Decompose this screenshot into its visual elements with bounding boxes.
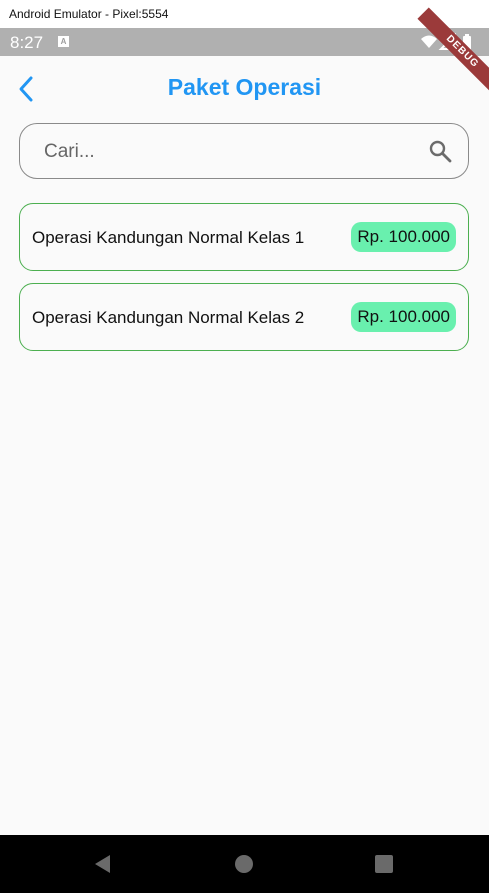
notification-icon: A: [58, 36, 69, 47]
package-name: Operasi Kandungan Normal Kelas 1: [32, 228, 305, 247]
wifi-icon: [421, 35, 437, 48]
price-badge: Rp. 100.000: [351, 222, 456, 252]
chevron-left-icon[interactable]: [12, 74, 42, 104]
search-input[interactable]: [42, 138, 416, 166]
window-titlebar: Android Emulator - Pixel:5554: [0, 0, 489, 28]
list-item[interactable]: Operasi Kandungan Normal Kelas 1 Rp. 100…: [19, 203, 469, 271]
status-time: 8:27: [10, 33, 44, 52]
home-circle-icon[interactable]: [233, 853, 255, 875]
search-box: [19, 123, 469, 179]
window-title: Android Emulator - Pixel:5554: [9, 7, 169, 21]
navigation-bar: [0, 835, 489, 893]
package-name: Operasi Kandungan Normal Kelas 2: [32, 308, 305, 327]
search-icon[interactable]: [428, 139, 452, 163]
package-list: Operasi Kandungan Normal Kelas 1 Rp. 100…: [19, 203, 469, 363]
back-triangle-icon[interactable]: [92, 853, 114, 875]
list-item[interactable]: Operasi Kandungan Normal Kelas 2 Rp. 100…: [19, 283, 469, 351]
price-badge: Rp. 100.000: [351, 302, 456, 332]
page-title: Paket Operasi: [167, 74, 322, 100]
app-bar: Paket Operasi: [0, 56, 489, 122]
status-bar: 8:27 A: [0, 28, 489, 56]
recents-square-icon[interactable]: [373, 853, 395, 875]
